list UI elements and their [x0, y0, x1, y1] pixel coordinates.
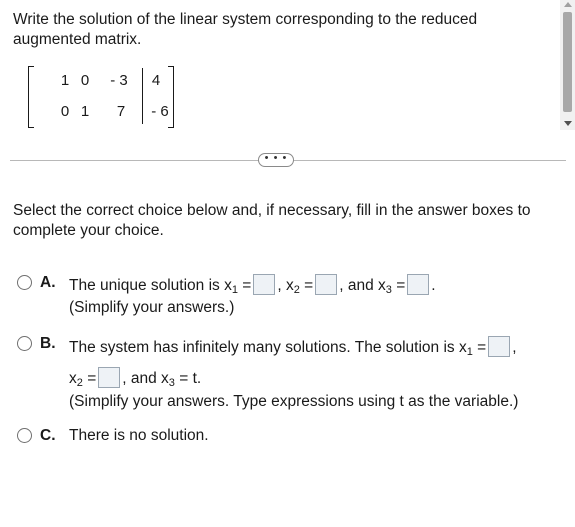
matrix-cell: 1	[80, 103, 90, 120]
choice-b-label: B.	[40, 335, 56, 352]
scroll-down-arrow-icon[interactable]	[564, 121, 572, 126]
augment-divider	[142, 68, 143, 124]
matrix-cell: 0	[60, 103, 70, 120]
augmented-matrix: 1 0 - 3 4 0 1 7 - 6	[28, 66, 178, 128]
choice-b-radio[interactable]	[17, 336, 32, 351]
instruction-text: Select the correct choice below and, if …	[13, 202, 531, 239]
scroll-up-arrow-icon[interactable]	[564, 2, 572, 7]
matrix-right-bracket	[168, 66, 174, 128]
matrix-cell: 0	[80, 72, 90, 89]
choice-c-label: C.	[40, 427, 56, 444]
choice-b-text: The system has infinitely many solutions…	[69, 336, 517, 358]
choice-c-radio[interactable]	[17, 428, 32, 443]
answer-a-x1-input[interactable]	[253, 274, 276, 295]
choice-a-text: The unique solution is x1 =, x2 =, and x…	[69, 274, 436, 296]
answer-b-x2-input[interactable]	[98, 367, 121, 388]
choice-a-hint: (Simplify your answers.)	[69, 299, 235, 316]
matrix-left-bracket	[28, 66, 34, 128]
answer-b-x1-input[interactable]	[488, 336, 511, 357]
more-button[interactable]: • • •	[258, 153, 294, 167]
choice-b-text-line2: x2 =, and x3 = t.	[69, 367, 201, 389]
matrix-cell: 7	[116, 103, 126, 120]
choice-a-radio[interactable]	[17, 275, 32, 290]
answer-a-x2-input[interactable]	[315, 274, 338, 295]
matrix-cell: 4	[151, 72, 161, 89]
choice-c-text: There is no solution.	[69, 427, 209, 444]
matrix-cell: 1	[60, 72, 70, 89]
scrollbar-thumb[interactable]	[563, 12, 572, 112]
matrix-cell: - 3	[110, 72, 128, 89]
choice-b-hint: (Simplify your answers. Type expressions…	[69, 393, 519, 410]
question-text: Write the solution of the linear system …	[13, 11, 478, 48]
answer-a-x3-input[interactable]	[407, 274, 430, 295]
scrollbar[interactable]	[560, 0, 575, 130]
choice-a-label: A.	[40, 274, 56, 291]
